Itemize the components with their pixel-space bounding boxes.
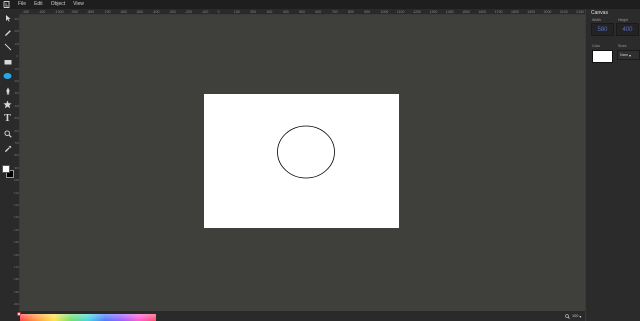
menu-edit[interactable]: Edit xyxy=(34,0,43,9)
menu-file[interactable]: File xyxy=(18,0,26,9)
bottom-bar: 100 ▾ xyxy=(14,311,585,321)
rectangle-icon xyxy=(4,59,11,64)
ellipse-shape[interactable] xyxy=(277,125,335,179)
ellipse-tool[interactable] xyxy=(1,69,14,82)
ellipse-icon-shape xyxy=(3,72,12,79)
text-icon: T xyxy=(4,113,11,124)
zoom-icon xyxy=(3,129,12,138)
canvas-properties-panel: Canvas Width Height 580 400 Color Sizes … xyxy=(585,9,640,321)
menu-object[interactable]: Object xyxy=(51,0,65,9)
line-tool[interactable] xyxy=(1,40,14,53)
select-tool[interactable] xyxy=(1,11,14,24)
palette-selected-color[interactable] xyxy=(17,312,21,316)
pen-tool-icon xyxy=(5,87,10,94)
eyedropper-icon xyxy=(4,145,11,152)
star-icon xyxy=(3,100,12,109)
zoom-icon xyxy=(565,313,570,319)
sizes-dropdown[interactable]: Nam ▾ xyxy=(617,50,640,60)
star-tool[interactable] xyxy=(1,98,14,111)
menu-view[interactable]: View xyxy=(73,0,84,9)
select-arrow-icon xyxy=(5,14,11,22)
text-tool[interactable]: T xyxy=(1,112,14,125)
sizes-dropdown-value: Nam xyxy=(620,53,629,57)
tool-palette: T xyxy=(0,9,14,321)
line-icon xyxy=(4,43,11,50)
panel-title: Canvas xyxy=(591,10,608,16)
menu-bar: File Edit Object View xyxy=(0,0,640,9)
chevron-down-icon: ▾ xyxy=(579,314,582,319)
pen-tool[interactable] xyxy=(1,84,14,97)
zoom-control[interactable]: 100 ▾ xyxy=(565,311,581,321)
width-input[interactable]: 580 xyxy=(591,23,614,36)
ellipse-icon xyxy=(3,72,12,79)
color-label: Color xyxy=(592,44,601,48)
sizes-label: Sizes xyxy=(618,44,627,48)
drawing-canvas[interactable] xyxy=(204,94,399,228)
canvas-svg xyxy=(277,125,335,179)
zoom-tool[interactable] xyxy=(1,127,14,140)
pencil-tool[interactable] xyxy=(1,26,14,39)
pencil-icon xyxy=(4,29,11,36)
fill-color-swatch[interactable] xyxy=(2,165,10,173)
height-input[interactable]: 400 xyxy=(616,23,639,36)
workspace[interactable] xyxy=(20,15,585,311)
editor-app: File Edit Object View -150 -100 -1000 -900-… xyxy=(0,0,640,321)
color-palette[interactable] xyxy=(20,314,156,321)
eyedropper-tool[interactable] xyxy=(1,142,14,155)
chevron-down-icon: ▾ xyxy=(629,53,631,58)
app-logo-icon[interactable] xyxy=(0,0,14,9)
rectangle-tool[interactable] xyxy=(1,55,14,68)
canvas-color-picker[interactable] xyxy=(592,50,613,63)
zoom-value: 100 xyxy=(572,314,579,318)
